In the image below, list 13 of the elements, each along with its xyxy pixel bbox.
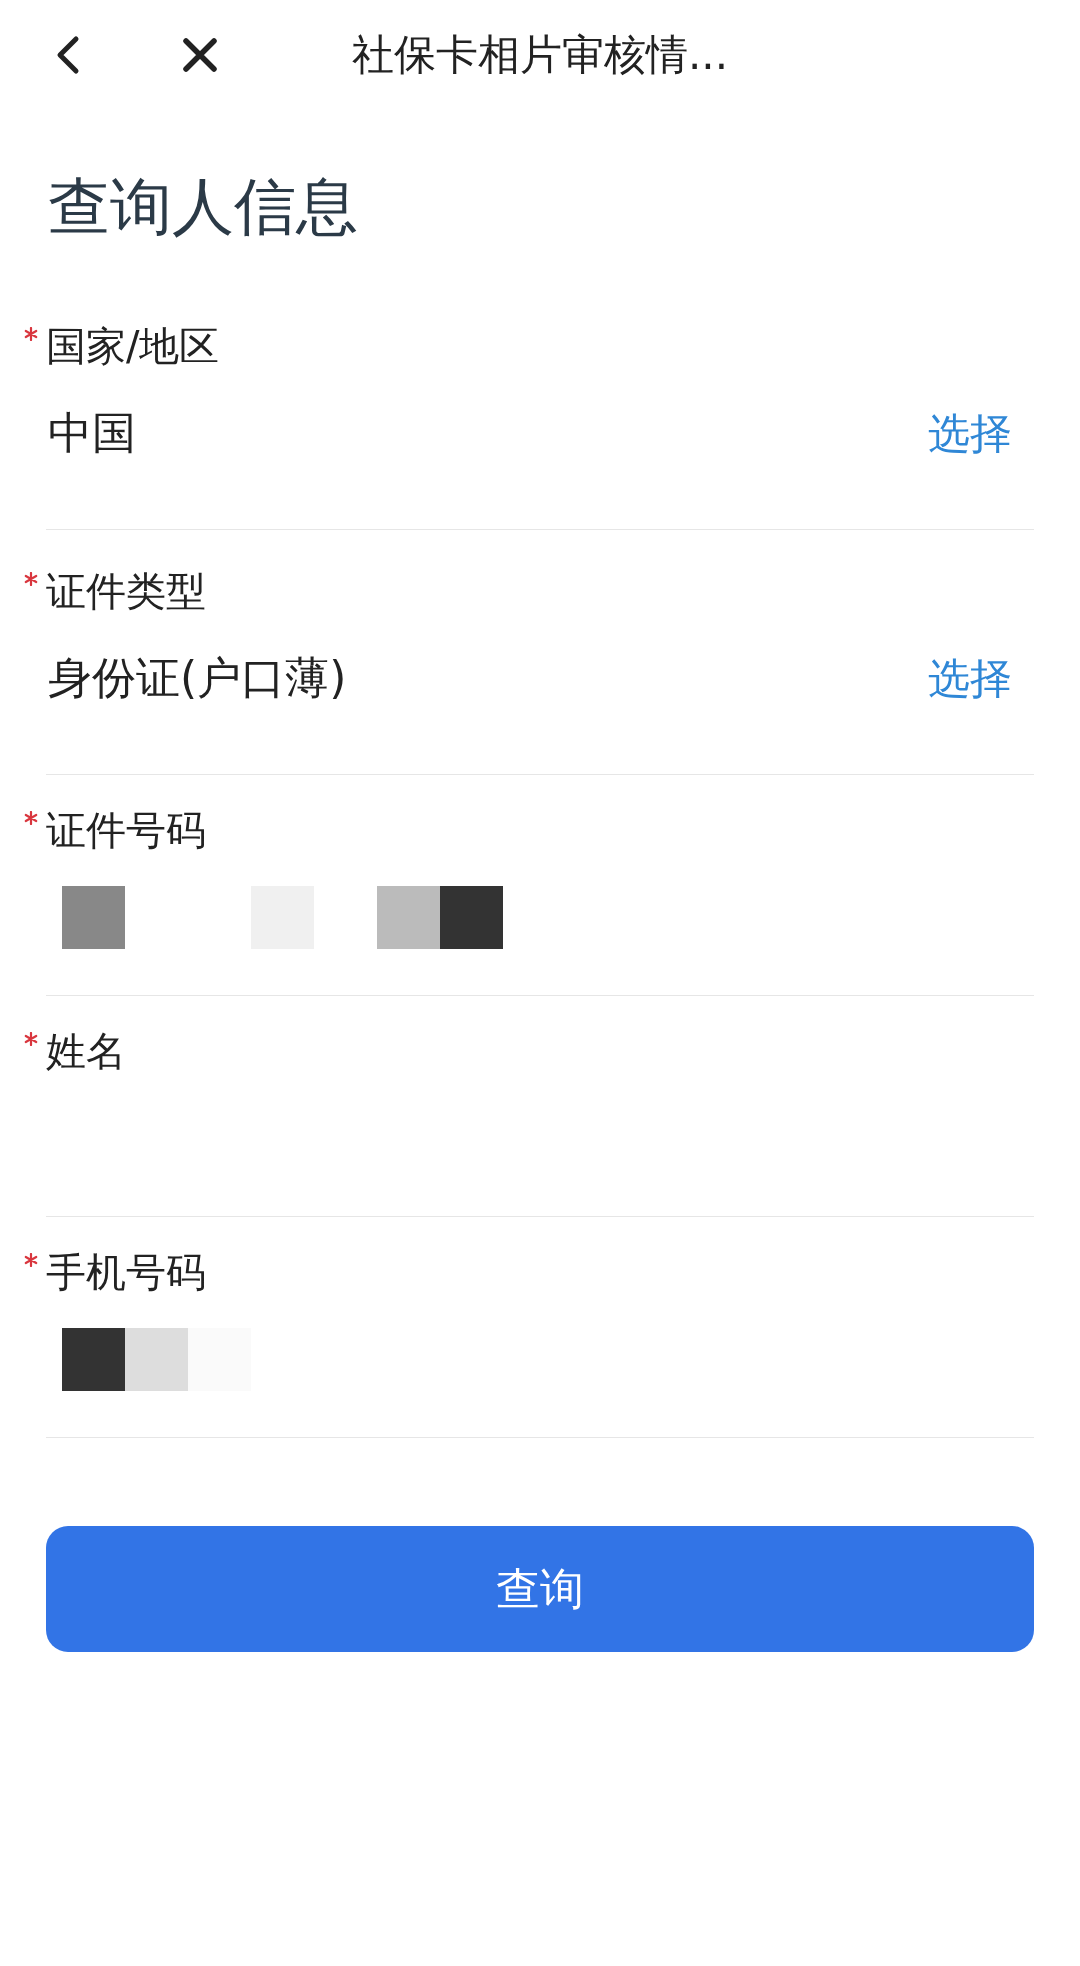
field-value: 中国 (48, 406, 136, 460)
field-label: 证件类型 (46, 566, 206, 616)
field-label: 姓名 (46, 1026, 126, 1076)
query-button[interactable]: 查询 (46, 1526, 1034, 1652)
field-label: 国家/地区 (46, 321, 220, 371)
page-title: 社保卡相片审核情... (350, 29, 730, 81)
select-link[interactable]: 选择 (928, 650, 1012, 707)
section-heading: 查询人信息 (47, 169, 359, 245)
field-value: 身份证(户口薄) (48, 651, 347, 705)
field-label: 手机号码 (46, 1247, 206, 1297)
select-link[interactable]: 选择 (928, 405, 1012, 462)
field-label: 证件号码 (46, 805, 206, 855)
close-icon[interactable] (182, 37, 218, 73)
